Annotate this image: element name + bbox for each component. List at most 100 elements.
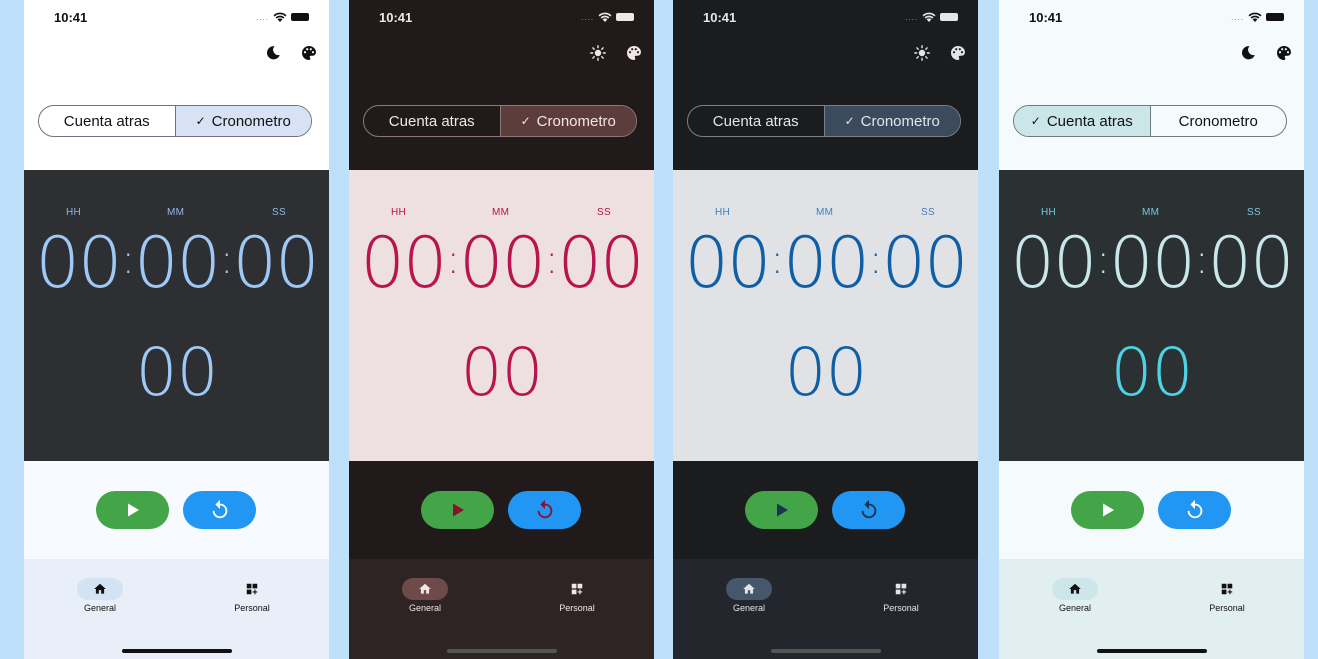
palette-button[interactable] [948,43,968,63]
play-icon [127,503,139,517]
reset-button[interactable] [508,491,581,529]
reset-button[interactable] [832,491,905,529]
mode-segmented-control: Cuenta atras ✓ Cronometro [38,105,312,137]
home-icon [419,583,431,594]
top-actions [912,43,968,63]
time-display: 00:00:00 [24,228,329,298]
palette-button[interactable] [299,43,319,63]
reset-icon [1187,499,1202,519]
reset-icon [212,499,227,519]
time-separator: : [220,237,234,283]
nav-label-personal: Personal [234,603,270,613]
hours-label: HH [391,207,407,218]
segment-stopwatch[interactable]: ✓ Cronometro [823,106,960,136]
hours-value: 00 [684,222,771,304]
minutes-value: 00 [458,222,546,304]
seconds-label: SS [272,207,286,218]
status-time: 10:41 [1029,10,1063,25]
theme-toggle-button[interactable] [912,43,932,63]
home-indicator [1097,649,1207,653]
timer-panel: HH MM SS 00:00:00 00 [999,170,1304,461]
palette-button[interactable] [1274,43,1294,63]
controls-bar [999,461,1304,559]
play-button[interactable] [1071,491,1144,529]
time-separator: : [446,237,460,283]
theme-toggle-button[interactable] [588,43,608,63]
hours-label: HH [715,207,731,218]
nav-item-personal[interactable]: Personal [856,578,946,613]
nav-item-personal[interactable]: Personal [1182,578,1272,613]
play-icon [776,503,788,517]
battery-icon [616,13,634,21]
check-icon: ✓ [195,114,206,128]
battery-icon [940,13,958,21]
segment-stopwatch[interactable]: Cronometro [1149,106,1287,136]
play-button[interactable] [745,491,818,529]
palette-icon [627,46,641,60]
nav-indicator [1052,578,1098,600]
centiseconds-value: 00 [1110,334,1194,411]
phone-screen: 10:41 .... Cuenta atras ✓ Cronometro HH … [349,0,654,659]
seconds-value: 00 [881,222,969,304]
minutes-label: MM [167,207,185,218]
segment-stopwatch-label: Cronometro [860,112,940,130]
palette-button[interactable] [624,43,644,63]
time-separator: : [1096,237,1110,283]
reset-button[interactable] [183,491,256,529]
theme-toggle-button[interactable] [1238,43,1258,63]
status-icons: .... [905,11,958,23]
time-display: 00:00:00 [673,228,978,298]
segment-countdown[interactable]: Cuenta atras [688,106,824,136]
seconds-label: SS [921,207,935,218]
time-display: 00:00:00 [999,228,1304,298]
seconds-label: SS [597,207,611,218]
nav-label-personal: Personal [559,603,595,613]
wifi-icon [1248,12,1262,22]
nav-item-general[interactable]: General [704,578,794,613]
nav-item-general[interactable]: General [55,578,145,613]
reset-button[interactable] [1158,491,1231,529]
segment-countdown[interactable]: Cuenta atras [39,106,175,136]
minutes-label: MM [1142,207,1160,218]
mode-segmented-control: Cuenta atras ✓ Cronometro [687,105,961,137]
status-icons: .... [256,11,309,23]
reset-icon [537,499,552,519]
segment-countdown[interactable]: ✓ Cuenta atras [1014,106,1150,136]
nav-item-personal[interactable]: Personal [207,578,297,613]
time-display: 00:00:00 [349,228,654,298]
time-separator: : [770,237,784,283]
segment-countdown[interactable]: Cuenta atras [364,106,500,136]
nav-item-personal[interactable]: Personal [532,578,622,613]
nav-item-general[interactable]: General [380,578,470,613]
top-actions [588,43,644,63]
status-icons: .... [581,11,634,23]
play-button[interactable] [421,491,494,529]
wifi-icon [273,12,287,22]
status-time: 10:41 [379,10,413,25]
controls-bar [349,461,654,559]
status-bar: 10:41 .... [673,0,978,34]
wifi-icon [922,12,936,22]
nav-item-general[interactable]: General [1030,578,1120,613]
nav-icon-wrap [229,578,275,600]
palette-icon [302,46,316,60]
status-time: 10:41 [703,10,737,25]
controls-bar [673,461,978,559]
signal-icon: .... [1231,12,1244,22]
nav-label-general: General [83,603,117,613]
nav-label-general: General [732,603,766,613]
signal-icon: .... [256,12,269,22]
bottom-navigation: General Personal [349,559,654,659]
palette-icon [951,46,965,60]
minutes-value: 00 [782,222,870,304]
home-indicator [447,649,557,653]
minutes-label: MM [492,207,510,218]
mode-segmented-control: ✓ Cuenta atras Cronometro [1013,105,1287,137]
theme-toggle-button[interactable] [263,43,283,63]
segment-stopwatch[interactable]: ✓ Cronometro [499,106,636,136]
home-icon [743,583,755,594]
play-button[interactable] [96,491,169,529]
grid-add-icon [1221,583,1233,595]
grid-add-icon [571,583,583,595]
segment-stopwatch[interactable]: ✓ Cronometro [174,106,311,136]
